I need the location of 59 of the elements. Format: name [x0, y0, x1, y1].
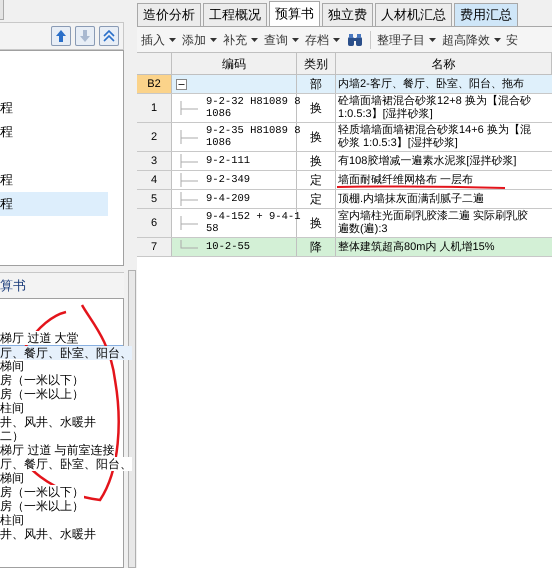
row-number[interactable]: 7: [137, 238, 172, 256]
name-cell-text: 砼墙面墙裙混合砂浆12+8 换为【混合砂 1:0.5:3】[湿拌砂浆]: [337, 95, 531, 121]
list-item[interactable]: 梯厅 过道 大堂: [0, 331, 79, 345]
row-number[interactable]: 1: [137, 94, 172, 122]
toolbar-menu[interactable]: 超高降效: [439, 30, 504, 48]
code-cell: 9-2-111: [206, 155, 250, 167]
name-cell-text: 轻质墙墙面墙裙混合砂浆14+6 换为【混 砂浆 1:0.5:3】[湿拌砂浆]: [337, 124, 531, 150]
tree-item[interactable]: 程: [0, 168, 108, 192]
name-cell-text: 室内墙柱光面刷乳胶漆二遍 实际刷乳胶 遍数(遍):3: [337, 210, 528, 236]
tab[interactable]: 独立费: [322, 3, 373, 26]
toolbar-menu[interactable]: 存档: [302, 30, 343, 48]
toolbar-menu[interactable]: 插入: [138, 30, 179, 48]
column-header[interactable]: 类别: [297, 53, 336, 74]
row-number[interactable]: 2: [137, 123, 172, 151]
name-cell-text: 内墙2-客厅、餐厅、卧室、阳台、拖布: [337, 78, 524, 90]
tree-item[interactable]: 程: [0, 120, 108, 144]
list-item[interactable]: 井、风井、水暖井: [0, 527, 96, 541]
list-item[interactable]: 厅、餐厅、卧室、阳台、: [0, 457, 132, 471]
name-cell-text: 墙面耐碱纤维网格布 一层布: [337, 174, 474, 186]
name-cell-text: 顶棚.内墙抹灰面满刮腻子二遍: [337, 192, 484, 206]
code-cell: 10-2-55: [206, 241, 250, 253]
toolbar-menu[interactable]: 查询: [261, 30, 302, 48]
toolbar-menu[interactable]: 添加: [179, 30, 220, 48]
tab[interactable]: 费用汇总: [454, 3, 518, 26]
list-item[interactable]: 房（一米以下）: [0, 485, 84, 499]
list-item[interactable]: 梯间: [0, 471, 24, 485]
code-cell: 9-4-209: [206, 193, 250, 205]
row-number[interactable]: 6: [137, 209, 172, 237]
name-cell-text: 有108胶增减一遍素水泥浆[湿拌砂浆]: [337, 154, 516, 168]
type-cell: 换: [297, 152, 336, 170]
type-cell: 定: [297, 171, 336, 189]
code-cell: 9-2-35 H81089 8 1086: [206, 125, 301, 149]
code-cell: 9-2-32 H81089 8 1086: [206, 96, 301, 120]
list-item[interactable]: 柱间: [0, 401, 24, 415]
list-item[interactable]: 井、风井、水暖井: [0, 415, 96, 429]
tab[interactable]: 工程概况: [203, 3, 267, 26]
code-cell: 9-2-349: [206, 174, 250, 186]
list-item[interactable]: 梯间: [0, 359, 24, 373]
toolbar-menu[interactable]: 安: [504, 30, 520, 48]
list-item[interactable]: 厅、餐厅、卧室、阳台、: [0, 346, 132, 360]
row-number[interactable]: 4: [137, 171, 172, 189]
tree-item[interactable]: 程: [0, 96, 108, 120]
tree-item[interactable]: 程: [0, 192, 108, 216]
column-header[interactable]: 编码: [172, 53, 297, 74]
row-number[interactable]: 5: [137, 190, 172, 208]
list-item[interactable]: 梯厅 过道 与前室连接: [0, 443, 115, 457]
tab[interactable]: 造价分析: [137, 3, 201, 26]
tab[interactable]: 预算书: [269, 1, 320, 26]
name-cell-text: 整体建筑超高80m内 人机增15%: [337, 240, 494, 254]
type-cell: 部: [297, 75, 336, 93]
type-cell: 定: [297, 190, 336, 208]
column-header[interactable]: 名称: [336, 53, 552, 74]
list-item[interactable]: 柱间: [0, 513, 24, 527]
toolbar-menu[interactable]: 整理子目: [374, 30, 439, 48]
tab[interactable]: 人材机汇总: [375, 3, 452, 26]
toolbar-menu[interactable]: 补充: [220, 30, 261, 48]
row-number[interactable]: 3: [137, 152, 172, 170]
type-cell: 降: [297, 238, 336, 256]
row-number[interactable]: B2: [137, 75, 172, 93]
